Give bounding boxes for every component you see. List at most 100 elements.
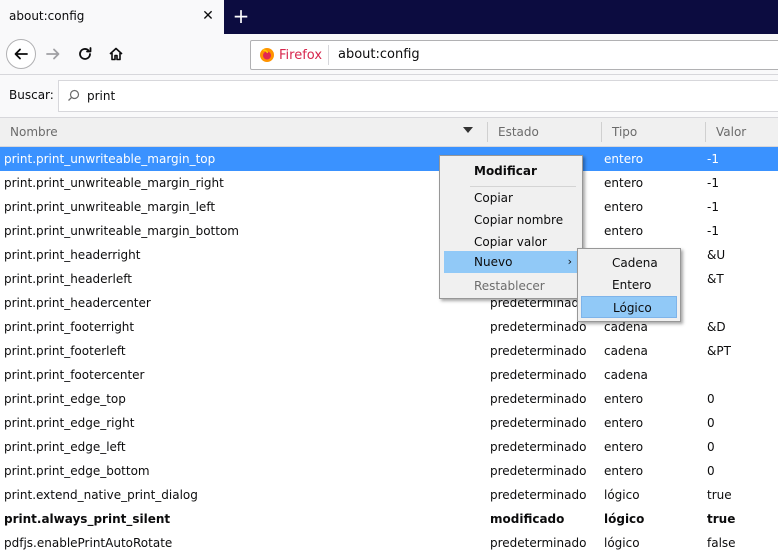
column-separator[interactable] [601, 122, 602, 142]
pref-type: entero [604, 416, 644, 430]
pref-value: -1 [707, 152, 719, 166]
forward-button[interactable] [38, 39, 68, 69]
submenu-arrow-icon: › [567, 255, 572, 268]
url-bar[interactable]: Firefox about:config [250, 40, 778, 70]
pref-status: predeterminado [490, 392, 587, 406]
pref-value: -1 [707, 224, 719, 238]
pref-type: cadena [604, 344, 648, 358]
navigation-toolbar: Firefox about:config [0, 34, 778, 75]
menu-item-label: Modificar [474, 164, 537, 178]
table-row[interactable]: pdfjs.enablePrintAutoRotate predeterminad… [0, 531, 778, 555]
reload-button[interactable] [70, 39, 100, 69]
pref-type: lógico [604, 488, 640, 502]
pref-status: predeterminado [490, 536, 587, 550]
column-separator[interactable] [705, 122, 706, 142]
forward-arrow-icon [46, 48, 60, 60]
table-row[interactable]: print.print_edge_top predeterminado entero… [0, 387, 778, 411]
menu-item-copiar-nombre[interactable]: Copiar nombre [444, 209, 578, 231]
pref-value: 0 [707, 416, 715, 430]
pref-status: predeterminado [490, 440, 587, 454]
menu-item-nuevo[interactable]: Nuevo › [444, 251, 578, 273]
pref-name: print.extend_native_print_dialog [4, 488, 198, 502]
pref-value: 0 [707, 464, 715, 478]
menu-item-label: Restablecer [474, 279, 545, 293]
table-row[interactable]: print.print_unwriteable_margin_right ente… [0, 171, 778, 195]
search-row: Buscar: print [0, 75, 778, 117]
menu-item-modificar[interactable]: Modificar [444, 160, 578, 182]
menu-item-label: Nuevo [474, 255, 513, 269]
column-valor[interactable]: Valor [716, 125, 746, 139]
back-button[interactable] [6, 39, 36, 69]
menu-item-label: Lógico [613, 301, 652, 315]
pref-name: print.print_headerright [4, 248, 141, 262]
table-row[interactable]: print.print_edge_left predeterminado enter… [0, 435, 778, 459]
submenu-item-cadena[interactable]: Cadena [581, 252, 677, 274]
firefox-logo-icon [260, 48, 274, 62]
search-value: print [87, 89, 116, 103]
url-separator [328, 45, 329, 65]
menu-item-label: Cadena [612, 256, 658, 270]
column-nombre[interactable]: Nombre [10, 125, 58, 139]
pref-name: print.print_unwriteable_margin_top [4, 152, 216, 166]
table-row[interactable]: print.print_footercenter predeterminado ca… [0, 363, 778, 387]
context-menu: Modificar Copiar Copiar nombre Copiar va… [439, 155, 583, 299]
pref-name: print.print_headerleft [4, 272, 132, 286]
pref-name: print.print_unwriteable_margin_left [4, 200, 216, 214]
pref-name: print.print_edge_right [4, 416, 135, 430]
search-input[interactable]: print [58, 80, 778, 112]
table-row[interactable]: print.always_print_silent modificado lógic… [0, 507, 778, 531]
table-row[interactable]: print.print_edge_bottom predeterminado ent… [0, 459, 778, 483]
reload-icon [79, 47, 92, 60]
pref-type: entero [604, 440, 644, 454]
new-pref-submenu: Cadena Entero Lógico [577, 248, 681, 322]
preferences-table: print.print_unwriteable_margin_topentero… [0, 147, 778, 555]
table-row[interactable]: print.print_unwriteable_margin_bottom ent… [0, 219, 778, 243]
pref-value: &T [707, 272, 724, 286]
pref-value: true [707, 512, 736, 526]
pref-name: print.print_footerleft [4, 344, 126, 358]
column-header-row: Nombre Estado Tipo Valor [0, 117, 778, 147]
table-row[interactable]: print.print_footerleft predeterminado cade… [0, 339, 778, 363]
pref-name: print.always_print_silent [4, 512, 171, 526]
table-row[interactable]: print.print_edge_right predeterminado ente… [0, 411, 778, 435]
column-tipo[interactable]: Tipo [612, 125, 637, 139]
table-row[interactable]: print.extend_native_print_dialog predeter… [0, 483, 778, 507]
pref-value: false [707, 536, 736, 550]
tab-title: about:config [9, 9, 85, 23]
column-separator[interactable] [487, 122, 488, 142]
pref-status: predeterminado [490, 488, 587, 502]
pref-type: entero [604, 392, 644, 406]
pref-type: entero [604, 224, 644, 238]
pref-name: print.print_footercenter [4, 368, 145, 382]
menu-item-restablecer: Restablecer [444, 275, 578, 297]
close-tab-icon[interactable]: ✕ [200, 8, 216, 24]
pref-value: -1 [707, 176, 719, 190]
pref-value: &D [707, 320, 726, 334]
home-button[interactable] [101, 39, 131, 69]
menu-item-copiar[interactable]: Copiar [444, 187, 578, 209]
table-row[interactable]: print.print_unwriteable_margin_left enter… [0, 195, 778, 219]
menu-item-label: Copiar [474, 191, 513, 205]
new-tab-button[interactable]: + [230, 5, 252, 27]
pref-type: lógico [604, 536, 640, 550]
pref-type: entero [604, 200, 644, 214]
tab-about-config[interactable]: about:config ✕ [0, 0, 224, 34]
pref-value: 0 [707, 440, 715, 454]
menu-item-label: Copiar valor [474, 235, 547, 249]
pref-value: true [707, 488, 732, 502]
url-text[interactable]: about:config [338, 47, 420, 62]
pref-value: &PT [707, 344, 731, 358]
pref-status: predeterminado [490, 344, 587, 358]
column-estado[interactable]: Estado [498, 125, 539, 139]
table-row[interactable]: print.print_unwriteable_margin_top entero… [0, 147, 778, 171]
pref-name: print.print_unwriteable_margin_bottom [4, 224, 239, 238]
pref-status: predeterminado [490, 464, 587, 478]
menu-item-copiar-valor[interactable]: Copiar valor [444, 231, 578, 253]
url-brand-label: Firefox [279, 47, 323, 63]
sort-descending-icon [463, 127, 473, 133]
identity-box[interactable]: Firefox [259, 47, 322, 63]
pref-name: print.print_headercenter [4, 296, 151, 310]
submenu-item-logico[interactable]: Lógico [581, 296, 677, 318]
search-label: Buscar: [9, 88, 54, 102]
submenu-item-entero[interactable]: Entero [581, 274, 677, 296]
